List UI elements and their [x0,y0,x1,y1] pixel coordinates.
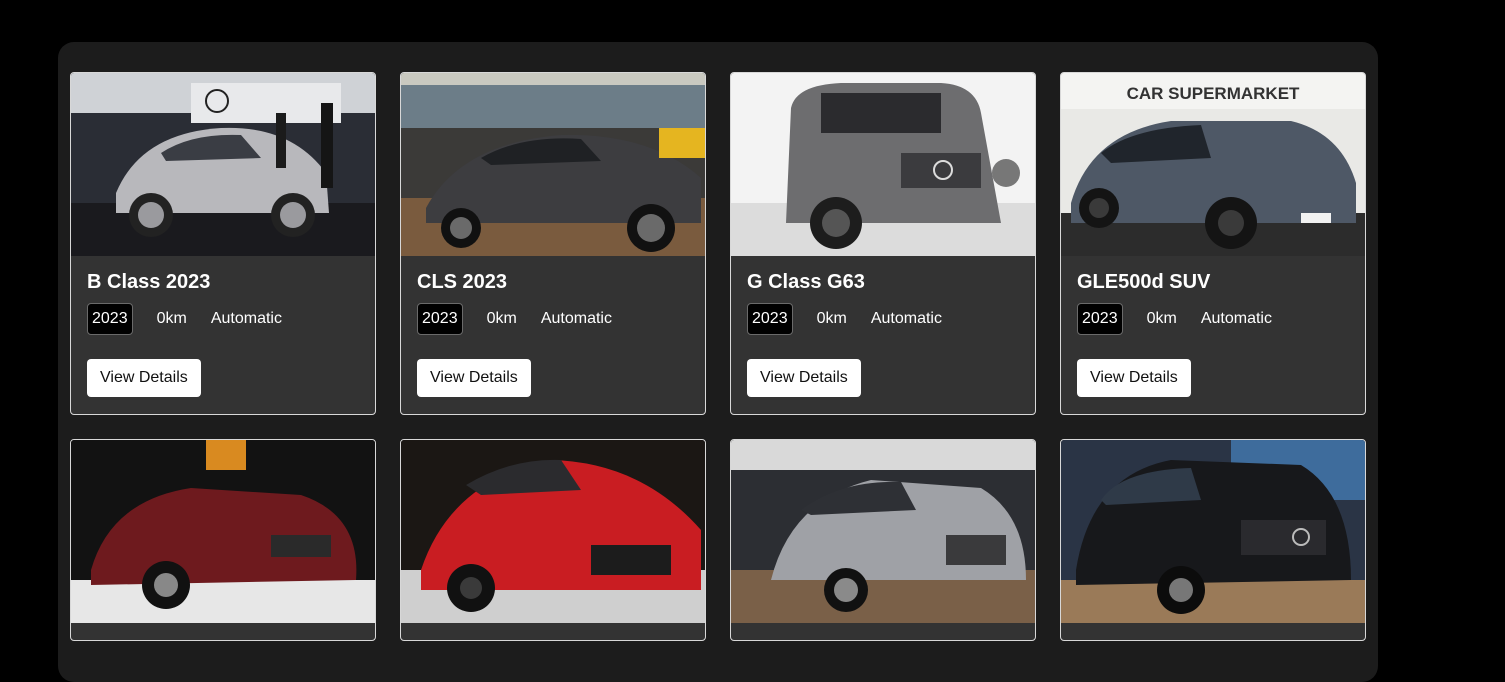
transmission-text: Automatic [540,310,612,327]
car-title: CLS 2023 [417,271,508,293]
car-card [1060,439,1366,641]
view-details-button[interactable]: View Details [87,359,201,397]
transmission-text: Automatic [870,310,942,327]
car-specs: 2023 0km Automatic [417,303,689,335]
car-photo [1061,440,1365,623]
car-specs: 2023 0km Automatic [747,303,1019,335]
view-details-button[interactable]: View Details [417,359,531,397]
car-specs: 2023 0km Automatic [87,303,359,335]
car-photo [731,73,1035,256]
car-specs: 2023 0km Automatic [1077,303,1349,335]
car-card [730,439,1036,641]
car-card: CLS 2023 2023 0km Automatic View Details [400,72,706,415]
year-badge: 2023 [87,303,133,335]
car-card: G Class G63 2023 0km Automatic View Deta… [730,72,1036,415]
car-title: GLE500d SUV [1077,271,1211,293]
car-photo: CAR SUPERMARKET [1061,73,1365,256]
car-photo [71,73,375,256]
car-photo [731,440,1035,623]
car-card [70,439,376,641]
mileage-text: 0km [816,310,847,327]
dealer-sign: CAR SUPERMARKET [1127,84,1300,103]
car-photo [71,440,375,623]
mileage-text: 0km [156,310,187,327]
view-details-button[interactable]: View Details [747,359,861,397]
view-details-button[interactable]: View Details [1077,359,1191,397]
transmission-text: Automatic [1200,310,1272,327]
car-photo [401,73,705,256]
mileage-text: 0km [486,310,517,327]
car-photo [401,440,705,623]
year-badge: 2023 [417,303,463,335]
car-card: B Class 2023 2023 0km Automatic View Det… [70,72,376,415]
year-badge: 2023 [747,303,793,335]
car-card [400,439,706,641]
car-title: B Class 2023 [87,271,211,293]
transmission-text: Automatic [210,310,282,327]
car-listings-grid: B Class 2023 2023 0km Automatic View Det… [70,72,1366,641]
car-title: G Class G63 [747,271,865,293]
car-card: CAR SUPERMARKET GLE500d SUV 2023 0km Aut… [1060,72,1366,415]
year-badge: 2023 [1077,303,1123,335]
mileage-text: 0km [1146,310,1177,327]
